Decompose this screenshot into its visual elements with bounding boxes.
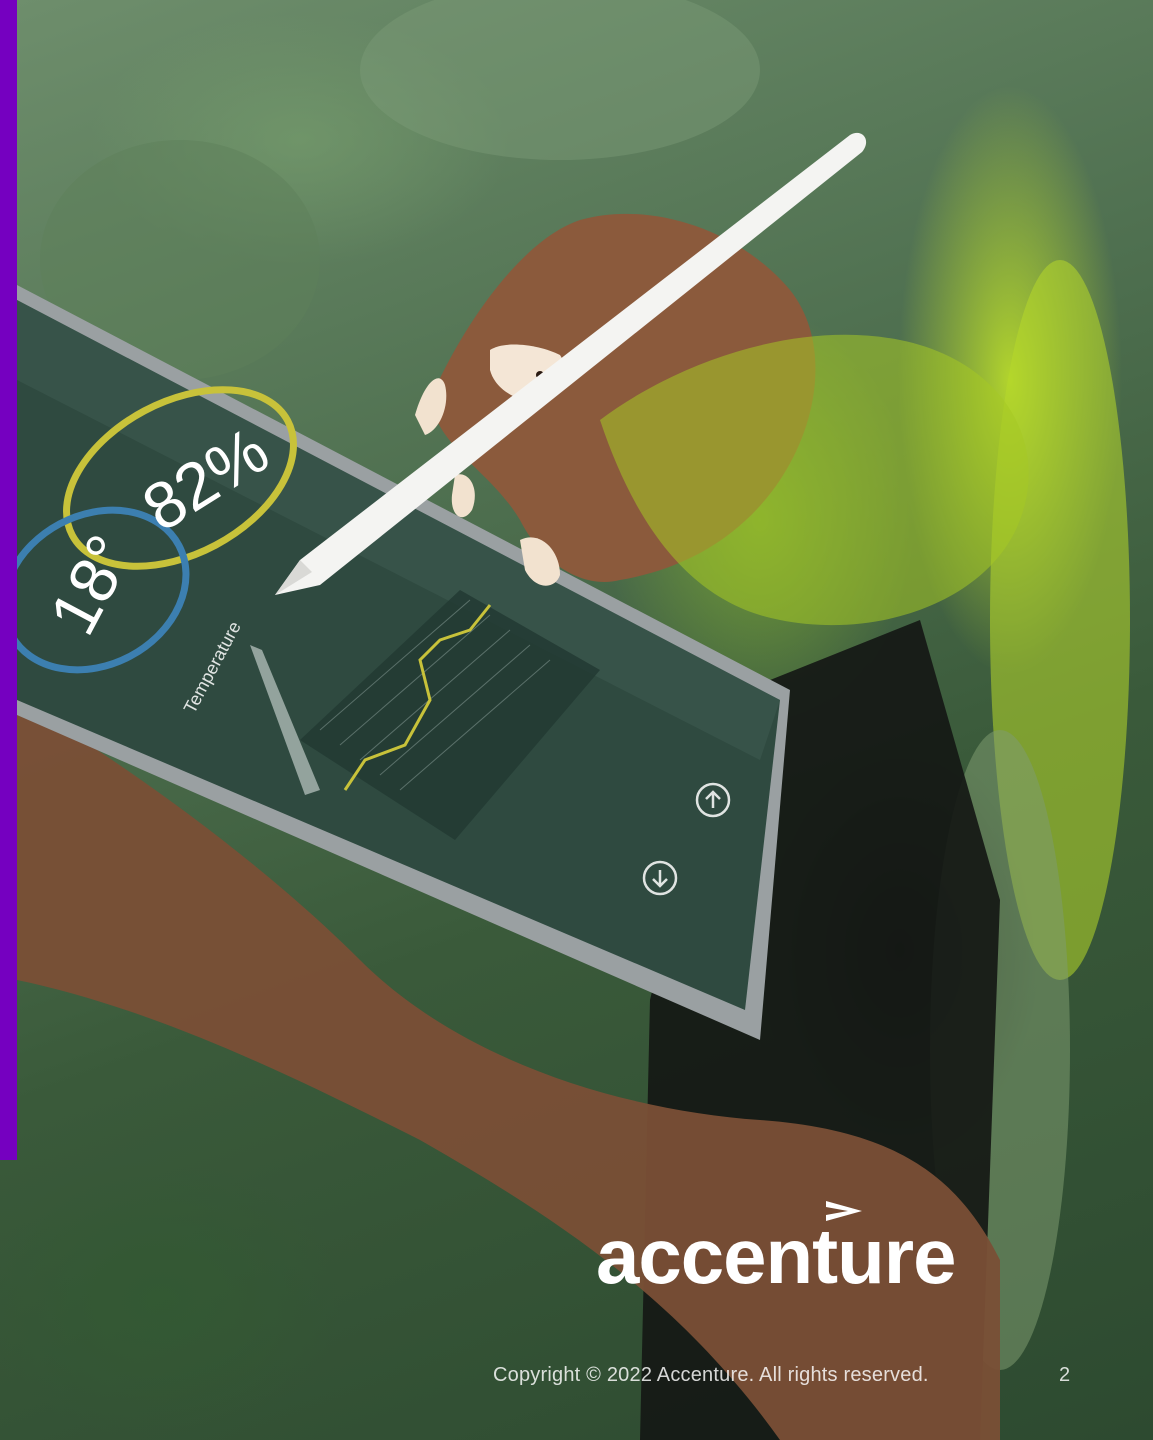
brand-logo: accenture	[596, 1195, 996, 1305]
copyright-notice: Copyright © 2022 Accenture. All rights r…	[493, 1364, 929, 1386]
brand-wordmark: accenture	[596, 1212, 957, 1300]
accent-bar	[0, 0, 17, 1160]
page-number: 2	[1059, 1364, 1071, 1386]
